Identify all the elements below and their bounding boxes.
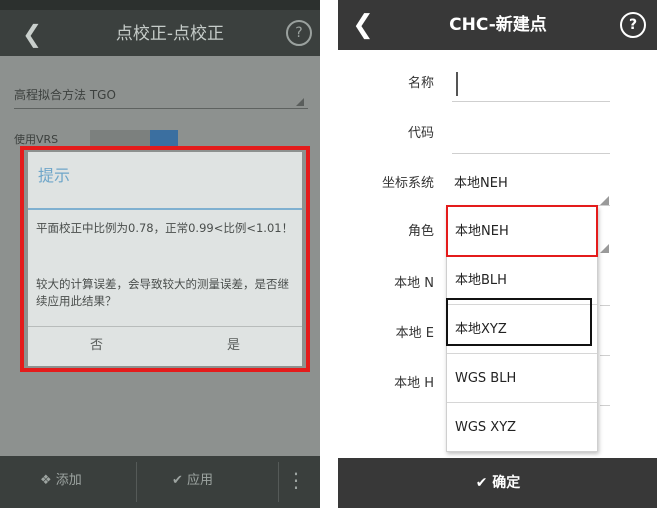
dropdown-triangle-icon[interactable] <box>296 98 304 106</box>
text-cursor <box>456 72 458 96</box>
apply-label: 应用 <box>187 473 214 488</box>
local-n-input[interactable] <box>600 305 610 306</box>
local-h-label: 本地 H <box>394 376 434 391</box>
dropdown-triangle-icon[interactable] <box>600 244 609 253</box>
toolbar-divider <box>136 462 137 502</box>
dropdown-triangle-icon[interactable] <box>600 196 609 205</box>
check-icon: ✔ <box>475 475 488 491</box>
field-underline <box>14 108 308 109</box>
confirm-label: 确定 <box>492 475 521 491</box>
status-bar <box>0 0 320 10</box>
coord-system-select[interactable]: 本地NEH <box>454 174 574 194</box>
page-title: CHC-新建点 <box>449 15 547 35</box>
toolbar-divider <box>278 462 279 502</box>
vrs-toggle-knob[interactable] <box>150 130 178 146</box>
add-label: 添加 <box>55 473 82 488</box>
tag-icon: ❖ <box>40 473 52 488</box>
help-icon[interactable]: ? <box>620 12 646 38</box>
dropdown-option[interactable]: WGS BLH <box>447 354 597 403</box>
add-button[interactable]: ❖ 添加 <box>40 468 130 494</box>
panel-gap <box>320 0 338 508</box>
back-arrow-icon[interactable]: ❮ <box>18 20 46 48</box>
code-input[interactable] <box>452 153 610 154</box>
highlight-box-red <box>446 205 598 257</box>
name-input[interactable] <box>452 101 610 102</box>
coord-system-label: 坐标系统 <box>381 176 434 191</box>
help-icon[interactable]: ? <box>286 20 312 46</box>
code-label: 代码 <box>407 126 434 141</box>
local-h-input[interactable] <box>600 405 610 406</box>
highlight-box-red <box>20 146 310 372</box>
more-options-icon[interactable]: ⋮ <box>286 466 306 494</box>
confirm-button[interactable]: ✔ 确定 <box>438 468 558 498</box>
local-e-input[interactable] <box>600 355 610 356</box>
check-icon: ✔ <box>172 473 183 488</box>
page-title: 点校正-点校正 <box>115 24 225 44</box>
highlight-box-black <box>446 298 592 346</box>
name-label: 名称 <box>407 76 434 91</box>
right-screenshot: ❮ CHC-新建点 ? 名称 代码 坐标系统 本地NEH 角色 本地 N 本地 … <box>338 0 657 508</box>
local-e-label: 本地 E <box>395 326 434 341</box>
elevation-fit-method-label: 高程拟合方法 TGO <box>14 88 116 102</box>
apply-button[interactable]: ✔ 应用 <box>172 468 262 494</box>
back-arrow-icon[interactable]: ❮ <box>348 10 378 40</box>
local-n-label: 本地 N <box>394 276 434 291</box>
dropdown-option[interactable]: WGS XYZ <box>447 403 597 452</box>
role-label: 角色 <box>407 224 434 239</box>
